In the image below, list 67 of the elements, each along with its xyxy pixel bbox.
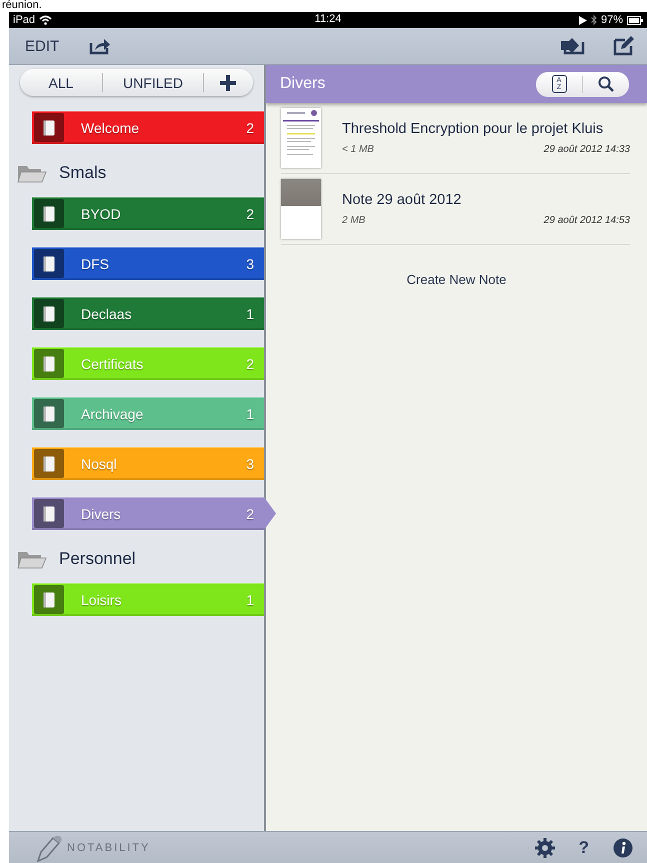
note-count: 2: [246, 120, 254, 136]
device-name: iPad: [13, 14, 36, 26]
info-icon[interactable]: [613, 838, 633, 858]
notebook-icon: [43, 206, 55, 222]
bluetooth-icon: [590, 15, 597, 25]
notebook-item[interactable]: Welcome 2: [32, 111, 264, 144]
notebook-icon: [43, 406, 55, 422]
create-note-link[interactable]: Create New Note: [400, 271, 512, 288]
folder-icon: [17, 163, 47, 183]
search-icon: [598, 76, 614, 92]
play-icon: [578, 16, 587, 24]
notebook-item[interactable]: DFS 3: [32, 247, 264, 280]
note-count: 1: [246, 592, 254, 608]
notebook-icon: [43, 456, 55, 472]
clock-time: 11:24: [314, 13, 342, 25]
note-title: Threshold Encryption pour le projet Kluis: [342, 121, 604, 137]
notebook-name: Nosql: [81, 456, 118, 472]
note-count: 2: [246, 506, 254, 522]
folder-icon: [17, 549, 47, 569]
photo-thumbnail: [281, 179, 321, 239]
app-name: NOTABILITY: [67, 842, 150, 854]
notebook-icon: [43, 306, 55, 322]
note-item[interactable]: Note 29 août 2012 2 MB 29 août 2012 14:53: [281, 174, 630, 245]
notebook-name: Archivage: [81, 406, 144, 422]
section-name[interactable]: Personnel: [59, 549, 136, 569]
notebook-name: Welcome: [81, 120, 140, 136]
note-date: 29 août 2012 14:33: [544, 144, 630, 155]
note-count: 2: [246, 356, 254, 372]
notebook-name: Certificats: [81, 356, 144, 372]
battery-percent: 97%: [600, 14, 623, 26]
note-date: 29 août 2012 14:53: [544, 215, 630, 226]
wifi-icon: [39, 15, 52, 25]
section-name[interactable]: Smals: [59, 163, 106, 183]
file-size: 2 MB: [342, 215, 366, 226]
note-count: 3: [246, 456, 254, 472]
plus-icon: [220, 74, 236, 90]
notebook-name: Loisirs: [81, 592, 122, 608]
notebook-icon: [43, 256, 55, 272]
notebook-name: Divers: [81, 506, 122, 522]
notebook-name: Declaas: [81, 306, 133, 322]
note-item[interactable]: Threshold Encryption pour le projet Kluis < 1 MB 29 août 2012 14:33: [281, 103, 630, 174]
notebook-title: Divers: [280, 75, 326, 93]
document-thumbnail: [281, 108, 321, 168]
note-count: 3: [246, 256, 254, 272]
note-count: 2: [246, 206, 254, 222]
cropped-caption: réunion.: [2, 0, 42, 11]
notebook-item[interactable]: Declaas 1: [32, 297, 264, 330]
notebook-icon: [43, 592, 55, 608]
battery-icon: [627, 16, 643, 24]
notebook-icon: [43, 356, 55, 372]
share-icon[interactable]: [89, 37, 112, 55]
note-count: 1: [246, 306, 254, 322]
settings-icon[interactable]: [534, 838, 555, 858]
compose-icon[interactable]: [613, 36, 635, 56]
notebook-icon: [43, 506, 55, 522]
notebook-name: BYOD: [81, 206, 122, 222]
notebook-name: DFS: [81, 256, 110, 272]
filter-tab[interactable]: ALL: [20, 69, 102, 96]
filter-tab[interactable]: UNFILED: [103, 69, 203, 96]
notebook-item[interactable]: BYOD 2: [32, 197, 264, 230]
edit-button[interactable]: EDIT: [23, 34, 62, 58]
help-button[interactable]: ?: [574, 838, 593, 858]
note-title: Note 29 août 2012: [342, 192, 462, 208]
note-count: 1: [246, 406, 254, 422]
import-icon[interactable]: [561, 37, 585, 55]
notebook-icon: [43, 120, 55, 136]
file-size: < 1 MB: [342, 144, 374, 155]
